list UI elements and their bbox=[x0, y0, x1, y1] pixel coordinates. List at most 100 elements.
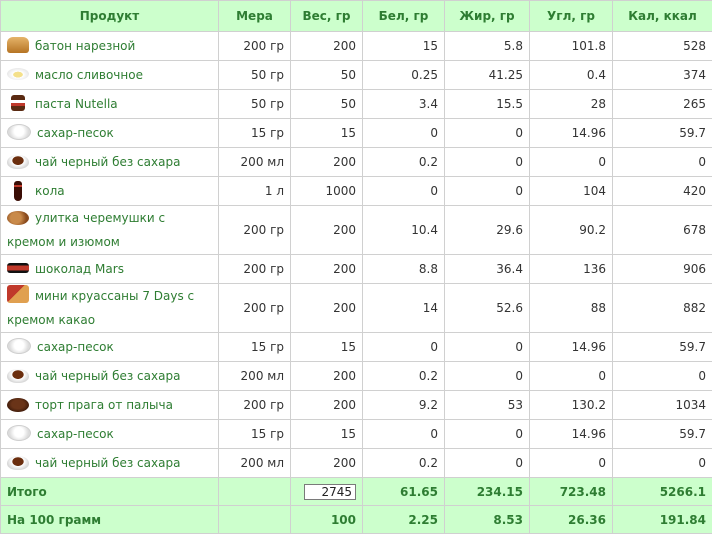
product-link[interactable]: сахар-песок bbox=[37, 340, 114, 354]
protein-cell: 8.8 bbox=[363, 255, 445, 284]
product-cell: сахар-песок bbox=[1, 119, 219, 148]
measure-cell: 200 гр bbox=[219, 32, 291, 61]
table-row: торт прага от палыча 200 гр 200 9.2 53 1… bbox=[1, 391, 712, 420]
total-weight-input[interactable] bbox=[304, 484, 356, 500]
protein-cell: 0.25 bbox=[363, 61, 445, 90]
per-100g-protein: 2.25 bbox=[363, 506, 445, 534]
nutrition-table: Продукт Мера Вес, гр Бел, гр Жир, гр Угл… bbox=[0, 0, 712, 534]
per-100g-kcal: 191.84 bbox=[613, 506, 712, 534]
bread-icon bbox=[7, 37, 29, 53]
table-row: кола 1 л 1000 0 0 104 420 bbox=[1, 177, 712, 206]
table-row: сахар-песок 15 гр 15 0 0 14.96 59.7 bbox=[1, 333, 712, 362]
carbs-cell: 101.8 bbox=[530, 32, 613, 61]
product-link[interactable]: паста Nutella bbox=[35, 97, 118, 111]
product-link[interactable]: улитка черемушки с кремом и изюмом bbox=[7, 211, 165, 249]
measure-cell: 200 мл bbox=[219, 362, 291, 391]
weight-cell[interactable]: 50 bbox=[291, 61, 363, 90]
column-header-carbs: Угл, гр bbox=[530, 1, 613, 32]
product-link[interactable]: мини круассаны 7 Days с кремом какао bbox=[7, 289, 194, 327]
carbs-cell: 104 bbox=[530, 177, 613, 206]
fat-cell: 0 bbox=[445, 333, 530, 362]
weight-cell[interactable]: 200 bbox=[291, 391, 363, 420]
measure-cell: 200 гр bbox=[219, 255, 291, 284]
weight-cell[interactable]: 15 bbox=[291, 333, 363, 362]
protein-cell: 9.2 bbox=[363, 391, 445, 420]
product-link[interactable]: батон нарезной bbox=[35, 39, 135, 53]
product-link[interactable]: шоколад Mars bbox=[35, 262, 124, 276]
per-100g-fat: 8.53 bbox=[445, 506, 530, 534]
protein-cell: 0 bbox=[363, 119, 445, 148]
weight-cell[interactable]: 200 bbox=[291, 206, 363, 255]
weight-cell[interactable]: 200 bbox=[291, 255, 363, 284]
per-100g-carbs: 26.36 bbox=[530, 506, 613, 534]
measure-cell: 200 гр bbox=[219, 284, 291, 333]
table-row: паста Nutella 50 гр 50 3.4 15.5 28 265 bbox=[1, 90, 712, 119]
fat-cell: 0 bbox=[445, 420, 530, 449]
total-measure-cell bbox=[219, 478, 291, 506]
product-cell: кола bbox=[1, 177, 219, 206]
kcal-cell: 0 bbox=[613, 362, 712, 391]
measure-cell: 50 гр bbox=[219, 90, 291, 119]
weight-cell[interactable]: 200 bbox=[291, 362, 363, 391]
measure-cell: 200 мл bbox=[219, 449, 291, 478]
table-row: батон нарезной 200 гр 200 15 5.8 101.8 5… bbox=[1, 32, 712, 61]
weight-cell[interactable]: 1000 bbox=[291, 177, 363, 206]
per-100g-label: На 100 грамм bbox=[1, 506, 219, 534]
tea-cup-icon bbox=[7, 155, 29, 169]
column-header-measure: Мера bbox=[219, 1, 291, 32]
table-row: чай черный без сахара 200 мл 200 0.2 0 0… bbox=[1, 362, 712, 391]
product-cell: улитка черемушки с кремом и изюмом bbox=[1, 206, 219, 255]
protein-cell: 0.2 bbox=[363, 362, 445, 391]
per-100g-weight: 100 bbox=[291, 506, 363, 534]
fat-cell: 5.8 bbox=[445, 32, 530, 61]
protein-cell: 0 bbox=[363, 420, 445, 449]
measure-cell: 200 гр bbox=[219, 206, 291, 255]
fat-cell: 36.4 bbox=[445, 255, 530, 284]
per-100g-measure-cell bbox=[219, 506, 291, 534]
product-link[interactable]: чай черный без сахара bbox=[35, 456, 180, 470]
column-header-fat: Жир, гр bbox=[445, 1, 530, 32]
product-link[interactable]: торт прага от палыча bbox=[35, 398, 173, 412]
product-link[interactable]: чай черный без сахара bbox=[35, 155, 180, 169]
product-link[interactable]: сахар-песок bbox=[37, 126, 114, 140]
weight-cell[interactable]: 200 bbox=[291, 449, 363, 478]
sugar-bowl-icon bbox=[7, 425, 31, 441]
product-link[interactable]: кола bbox=[35, 184, 65, 198]
weight-cell[interactable]: 200 bbox=[291, 148, 363, 177]
measure-cell: 200 гр bbox=[219, 391, 291, 420]
fat-cell: 0 bbox=[445, 148, 530, 177]
carbs-cell: 88 bbox=[530, 284, 613, 333]
column-header-kcal: Кал, ккал bbox=[613, 1, 712, 32]
carbs-cell: 130.2 bbox=[530, 391, 613, 420]
weight-cell[interactable]: 15 bbox=[291, 420, 363, 449]
weight-cell[interactable]: 200 bbox=[291, 32, 363, 61]
product-link[interactable]: чай черный без сахара bbox=[35, 369, 180, 383]
product-cell: масло сливочное bbox=[1, 61, 219, 90]
measure-cell: 200 мл bbox=[219, 148, 291, 177]
table-row: мини круассаны 7 Days с кремом какао 200… bbox=[1, 284, 712, 333]
kcal-cell: 265 bbox=[613, 90, 712, 119]
protein-cell: 3.4 bbox=[363, 90, 445, 119]
total-protein: 61.65 bbox=[363, 478, 445, 506]
product-link[interactable]: сахар-песок bbox=[37, 427, 114, 441]
cola-bottle-icon bbox=[14, 181, 22, 201]
product-cell: сахар-песок bbox=[1, 420, 219, 449]
weight-cell[interactable]: 200 bbox=[291, 284, 363, 333]
carbs-cell: 0 bbox=[530, 148, 613, 177]
column-header-weight: Вес, гр bbox=[291, 1, 363, 32]
product-link[interactable]: масло сливочное bbox=[35, 68, 143, 82]
weight-cell[interactable]: 15 bbox=[291, 119, 363, 148]
table-row: улитка черемушки с кремом и изюмом 200 г… bbox=[1, 206, 712, 255]
carbs-cell: 90.2 bbox=[530, 206, 613, 255]
fat-cell: 41.25 bbox=[445, 61, 530, 90]
carbs-cell: 28 bbox=[530, 90, 613, 119]
table-row: чай черный без сахара 200 мл 200 0.2 0 0… bbox=[1, 449, 712, 478]
kcal-cell: 59.7 bbox=[613, 119, 712, 148]
kcal-cell: 528 bbox=[613, 32, 712, 61]
table-row: шоколад Mars 200 гр 200 8.8 36.4 136 906 bbox=[1, 255, 712, 284]
fat-cell: 0 bbox=[445, 362, 530, 391]
sugar-bowl-icon bbox=[7, 124, 31, 140]
product-cell: торт прага от палыча bbox=[1, 391, 219, 420]
weight-cell[interactable]: 50 bbox=[291, 90, 363, 119]
measure-cell: 50 гр bbox=[219, 61, 291, 90]
